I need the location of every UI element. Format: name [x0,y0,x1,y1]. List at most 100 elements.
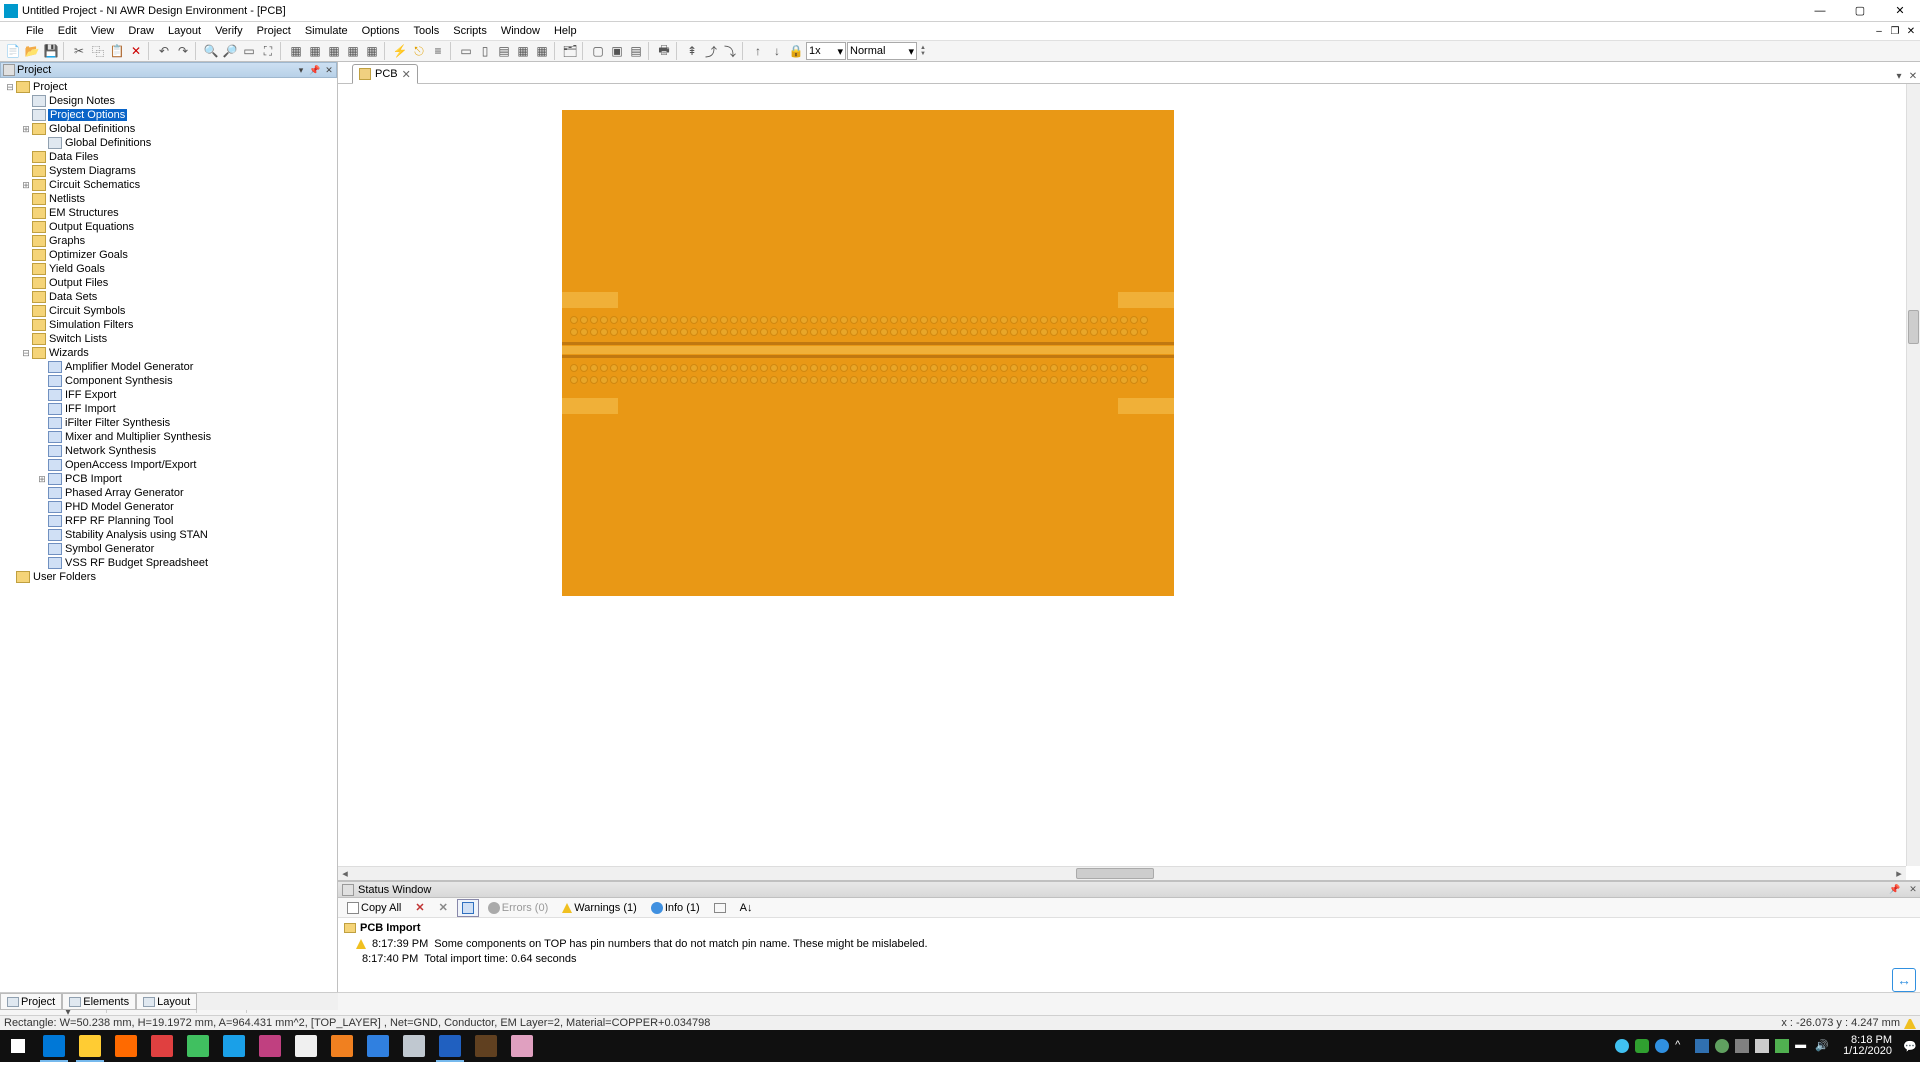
tray-network-icon[interactable]: ▬ [1795,1039,1809,1053]
zoom-dropdown[interactable]: 1x▾ [806,42,846,60]
tray-icon[interactable] [1655,1039,1669,1053]
mdi-close-button[interactable]: ✕ [1904,24,1918,38]
filter-toggle-button[interactable] [457,899,479,917]
tb-icon-c[interactable]: ▦ [325,42,343,60]
mdi-minimize-button[interactable]: – [1872,24,1886,38]
menu-file[interactable]: File [20,24,50,38]
maximize-button[interactable]: ▢ [1840,0,1880,22]
expand-icon[interactable]: ⊟ [20,348,32,359]
simulate-icon[interactable]: ⚡ [391,42,409,60]
tree-item[interactable]: ⊞Circuit Schematics [0,178,337,192]
tree-item[interactable]: Symbol Generator [0,542,337,556]
expand-icon[interactable]: ⊟ [4,82,16,93]
start-button[interactable] [0,1030,36,1062]
menu-window[interactable]: Window [495,24,546,38]
tree-item[interactable]: Amplifier Model Generator [0,360,337,374]
tree-item[interactable]: ⊟Wizards [0,346,337,360]
clear-filter-button[interactable]: ✕ [434,899,453,917]
tb-icon-h[interactable]: ▯ [476,42,494,60]
zoom-fit-icon[interactable]: ⛶ [259,42,277,60]
tree-item[interactable]: ⊞Global Definitions [0,122,337,136]
taskbar-app[interactable] [180,1030,216,1062]
taskbar-app[interactable] [252,1030,288,1062]
minimize-button[interactable]: — [1800,0,1840,22]
tree-item[interactable]: Data Files [0,150,337,164]
v-scroll-thumb[interactable] [1908,310,1919,344]
tree-item[interactable]: Component Synthesis [0,374,337,388]
tree-item[interactable]: Circuit Symbols [0,304,337,318]
taskbar-app[interactable] [468,1030,504,1062]
close-button[interactable]: ✕ [1880,0,1920,22]
tune-icon[interactable]: ⎋ [410,42,428,60]
tree-item[interactable]: Phased Array Generator [0,486,337,500]
panel-tab-elements[interactable]: Elements [62,993,136,1010]
taskbar-app[interactable] [72,1030,108,1062]
print-icon[interactable]: 🖶 [655,42,673,60]
panel-tab-layout[interactable]: Layout [136,993,197,1010]
tb-icon-o[interactable]: ⇞ [683,42,701,60]
paste-icon[interactable]: 📋 [108,42,126,60]
pcb-tab-close-icon[interactable]: ✕ [402,68,411,81]
tb-icon-g[interactable]: ▭ [457,42,475,60]
menu-project[interactable]: Project [251,24,297,38]
new-icon[interactable]: 📄 [4,42,22,60]
delete-icon[interactable]: ✕ [127,42,145,60]
tray-icon[interactable] [1755,1039,1769,1053]
tray-icon[interactable] [1695,1039,1709,1053]
menu-help[interactable]: Help [548,24,583,38]
teamviewer-float-icon[interactable]: ↔ [1892,968,1916,992]
tb-icon-n[interactable]: ▤ [627,42,645,60]
cut-icon[interactable]: ✂ [70,42,88,60]
tree-item[interactable]: Output Equations [0,220,337,234]
tree-item[interactable]: OpenAccess Import/Export [0,458,337,472]
info-filter-button[interactable]: Info (1) [646,899,705,917]
expand-icon[interactable]: ⊞ [20,180,32,191]
menu-layout[interactable]: Layout [162,24,207,38]
taskbar-app[interactable] [396,1030,432,1062]
menu-scripts[interactable]: Scripts [447,24,493,38]
tree-item[interactable]: ⊟Project [0,80,337,94]
tree-item[interactable]: Data Sets [0,290,337,304]
tray-volume-icon[interactable]: 🔊 [1815,1039,1829,1053]
menu-tools[interactable]: Tools [408,24,446,38]
copy-icon[interactable]: ⿻ [89,42,107,60]
tree-item[interactable]: ⊞PCB Import [0,472,337,486]
tree-item[interactable]: Global Definitions [0,136,337,150]
tree-item[interactable]: Switch Lists [0,332,337,346]
tree-item[interactable]: Stability Analysis using STAN [0,528,337,542]
tb-icon-q[interactable]: ⤵ [721,42,739,60]
tree-item[interactable]: PHD Model Generator [0,500,337,514]
tree-item[interactable]: Simulation Filters [0,318,337,332]
pcb-canvas[interactable]: ◂ ▸ [338,84,1920,880]
tray-icon[interactable] [1615,1039,1629,1053]
redo-icon[interactable]: ↷ [174,42,192,60]
tabs-dropdown-button[interactable]: ▾ [1892,69,1906,83]
tb-icon-b[interactable]: ▦ [306,42,324,60]
menu-verify[interactable]: Verify [209,24,249,38]
taskbar-app[interactable] [144,1030,180,1062]
h-scroll-thumb[interactable] [1076,868,1154,879]
group-button[interactable] [709,899,731,917]
undo-icon[interactable]: ↶ [155,42,173,60]
status-message[interactable]: 8:17:40 PMTotal import time: 0.64 second… [344,951,1914,966]
tray-icon[interactable] [1635,1039,1649,1053]
tree-item[interactable]: Graphs [0,234,337,248]
tb-icon-m[interactable]: ▣ [608,42,626,60]
tree-item[interactable]: Netlists [0,192,337,206]
tree-item[interactable]: RFP RF Planning Tool [0,514,337,528]
tb-icon-i[interactable]: ▤ [495,42,513,60]
taskbar-app[interactable] [360,1030,396,1062]
tree-item[interactable]: User Folders [0,570,337,584]
taskbar-app[interactable] [216,1030,252,1062]
taskbar-app[interactable] [432,1030,468,1062]
menu-view[interactable]: View [85,24,121,38]
horizontal-scrollbar[interactable]: ◂ ▸ [338,866,1906,880]
tray-up-icon[interactable]: ^ [1675,1039,1689,1053]
zoom-out-icon[interactable]: 🔎 [221,42,239,60]
tree-item[interactable]: Network Synthesis [0,444,337,458]
open-icon[interactable]: 📂 [23,42,41,60]
tray-icon[interactable] [1735,1039,1749,1053]
tree-item[interactable]: Optimizer Goals [0,248,337,262]
zoom-area-icon[interactable]: ▭ [240,42,258,60]
taskbar-app[interactable] [288,1030,324,1062]
